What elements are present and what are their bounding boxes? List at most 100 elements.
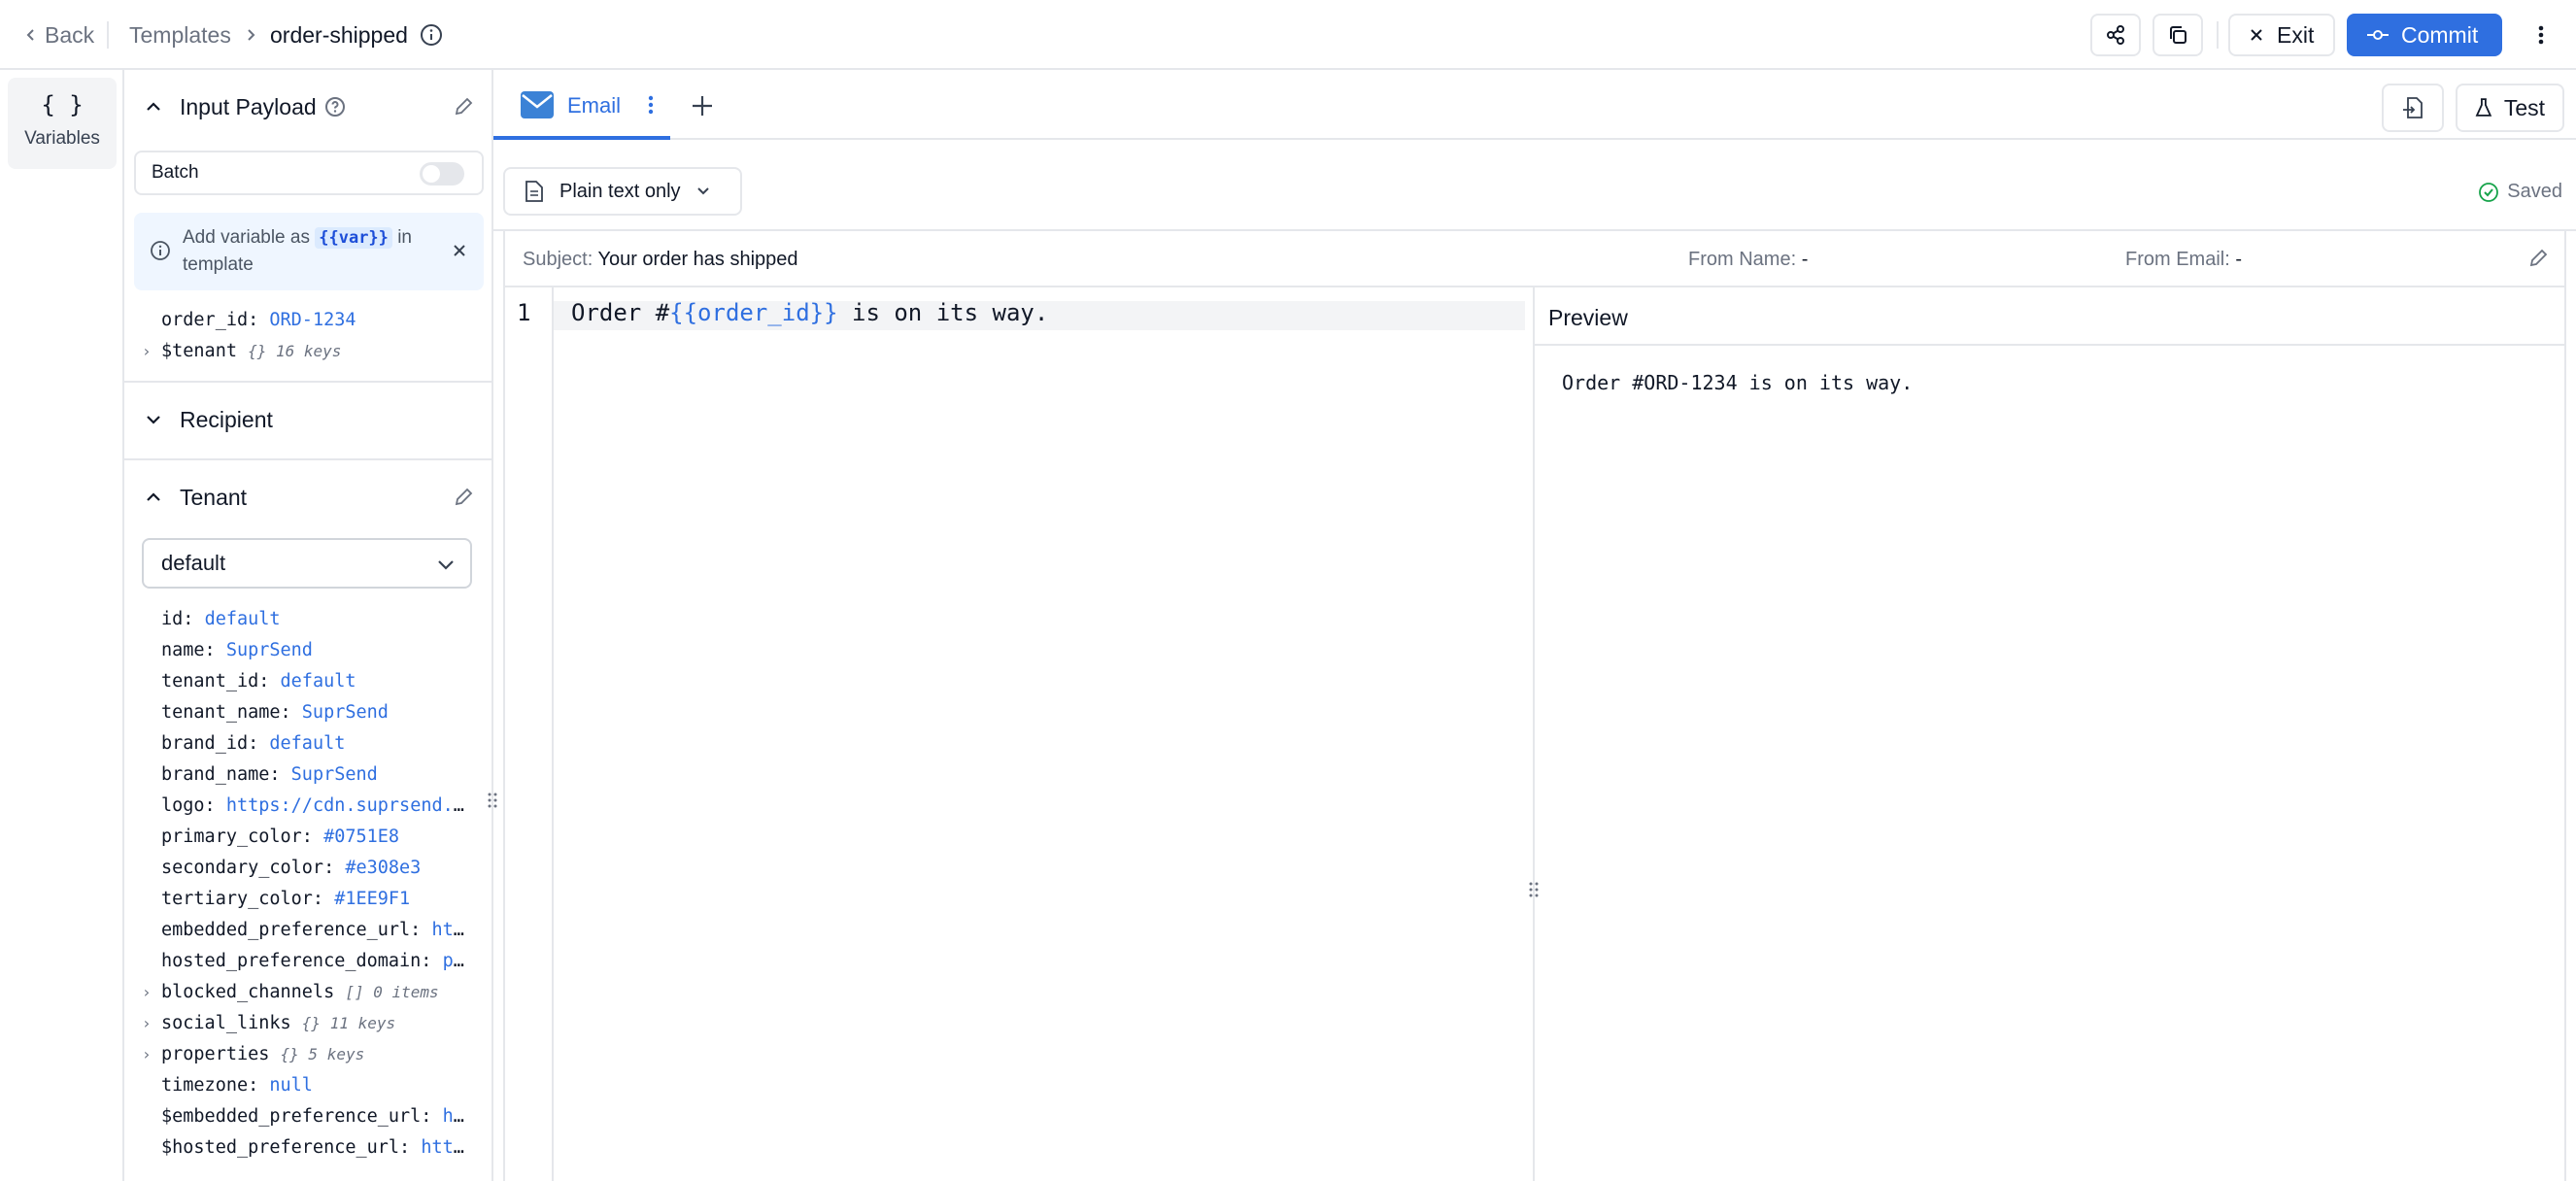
copy-icon [2170, 26, 2186, 44]
template-variable-token: {{order_id}} [669, 299, 838, 326]
tenant-field-expandable[interactable]: › social_links {} 11 keys [142, 1012, 395, 1035]
hint-text: Add variable as {{var}} in template [183, 227, 412, 275]
variable-hint-banner: Add variable as {{var}} in template [134, 213, 484, 290]
close-icon[interactable] [451, 242, 468, 259]
test-button[interactable]: Test [2456, 84, 2564, 132]
preview-header: Preview [1535, 287, 2566, 346]
chevron-up-icon[interactable] [144, 97, 163, 117]
braces-icon: { } [41, 91, 84, 118]
subject-field[interactable]: Subject: Your order has shipped [523, 249, 798, 271]
commit-icon [2367, 30, 2389, 40]
import-icon [2403, 97, 2423, 118]
section-title: Tenant [180, 484, 248, 510]
check-circle-icon [2479, 182, 2499, 202]
code-editor[interactable]: 1 Order #{{order_id}} is on its way. [503, 287, 1535, 1181]
tenant-field: id: default [161, 609, 281, 629]
share-button[interactable] [2090, 14, 2141, 56]
flask-icon [2475, 98, 2492, 117]
tenant-field: primary_color: #0751E8 [161, 827, 400, 847]
tenant-field: name: SuprSend [161, 640, 313, 660]
duplicate-button[interactable] [2152, 14, 2203, 56]
tenant-field: hosted_preference_domain: pref... [161, 951, 472, 971]
tenant-field: timezone: null [161, 1075, 313, 1096]
chevron-right-icon [248, 29, 255, 41]
tenant-field: tenant_name: SuprSend [161, 702, 389, 723]
tenant-field: brand_name: SuprSend [161, 764, 378, 785]
tenant-field: brand_id: default [161, 733, 346, 754]
back-label: Back [45, 21, 95, 48]
input-payload-header[interactable]: Input Payload [124, 78, 491, 136]
more-menu-button[interactable] [2529, 0, 2553, 70]
tenant-field: tertiary_color: #1EE9F1 [161, 889, 411, 909]
tenant-field-expandable[interactable]: › blocked_channels [] 0 items [142, 981, 439, 1004]
tenant-field-expandable[interactable]: › properties {} 5 keys [142, 1043, 364, 1066]
hint-code: {{var}} [315, 227, 392, 249]
chevron-right-icon: › [142, 1014, 152, 1032]
line-gutter: 1 [505, 287, 554, 1181]
chevron-down-icon [696, 187, 709, 195]
exit-button[interactable]: Exit [2228, 14, 2335, 56]
help-icon[interactable] [324, 96, 346, 118]
recipient-header[interactable]: Recipient [124, 390, 491, 449]
divider [124, 381, 491, 383]
channel-tab-bar: Email Test [493, 70, 2576, 140]
tenant-select[interactable]: default [142, 538, 472, 589]
chevron-down-icon[interactable] [144, 410, 163, 429]
chevron-right-icon: › [142, 983, 152, 1001]
preview-title: Preview [1548, 305, 1628, 330]
rail-item-variables[interactable]: { } Variables [8, 78, 117, 169]
code-line[interactable]: Order #{{order_id}} is on its way. [571, 299, 1048, 326]
preview-content: Order #ORD-1234 is on its way. [1562, 371, 1914, 394]
editor-toolbar: Plain text only Saved [493, 140, 2576, 231]
tenant-field: tenant_id: default [161, 671, 356, 692]
batch-toggle-row: Batch [134, 151, 484, 195]
commit-button[interactable]: Commit [2347, 14, 2502, 56]
from-name-field[interactable]: From Name: - [1688, 249, 1808, 271]
share-icon [2107, 25, 2124, 45]
tenant-header[interactable]: Tenant [124, 468, 491, 526]
save-status: Saved [2478, 181, 2562, 203]
breadcrumb-templates[interactable]: Templates [129, 0, 231, 70]
line-number: 1 [517, 299, 531, 326]
breadcrumb-current: order-shipped [270, 0, 408, 70]
import-button[interactable] [2382, 84, 2444, 132]
variables-panel: Input Payload Batch Add variable as {{va… [124, 70, 493, 1181]
tab-email[interactable]: Email [493, 70, 670, 140]
section-title: Recipient [180, 406, 273, 432]
more-vertical-icon [2538, 25, 2544, 45]
edit-icon[interactable] [453, 96, 474, 118]
info-icon[interactable] [420, 0, 443, 70]
tenant-field: embedded_preference_url: https... [161, 920, 472, 940]
edit-icon[interactable] [2527, 248, 2549, 269]
payload-field-tenant[interactable]: › $tenant {} 16 keys [142, 340, 341, 363]
payload-field-order-id: order_id: ORD-1234 [161, 310, 356, 330]
preview-pane: Preview Order #ORD-1234 is on its way. [1535, 287, 2566, 1181]
rail-item-label: Variables [24, 128, 100, 149]
content-mode-select[interactable]: Plain text only [503, 167, 742, 216]
divider [2217, 21, 2219, 49]
email-meta-bar[interactable]: Subject: Your order has shipped From Nam… [503, 231, 2566, 287]
chevron-right-icon: › [142, 1045, 152, 1063]
chevron-up-icon[interactable] [144, 488, 163, 507]
edit-icon[interactable] [453, 487, 474, 508]
back-link[interactable]: Back [23, 0, 94, 70]
breadcrumb-separator [245, 0, 258, 70]
mail-icon [521, 91, 554, 118]
template-name: order-shipped [270, 21, 408, 48]
chevron-down-icon [438, 560, 454, 570]
info-icon [151, 241, 170, 260]
tenant-field: $hosted_preference_url: https:... [161, 1137, 472, 1158]
close-icon [2251, 29, 2262, 41]
panel-resize-handle[interactable] [487, 791, 498, 810]
add-tab-icon[interactable] [690, 93, 715, 118]
chevron-left-icon [26, 29, 34, 41]
divider [124, 458, 491, 460]
batch-label: Batch [152, 162, 199, 183]
more-vertical-icon[interactable] [647, 93, 655, 117]
from-email-field[interactable]: From Email: - [2125, 249, 2242, 271]
tenant-field: secondary_color: #e308e3 [161, 858, 422, 878]
top-bar: Back Templates order-shipped Exit Commit [0, 0, 2576, 70]
tenant-field: logo: https://cdn.suprsend.io/... [161, 795, 472, 816]
document-icon [525, 181, 543, 202]
batch-toggle[interactable] [420, 162, 464, 186]
